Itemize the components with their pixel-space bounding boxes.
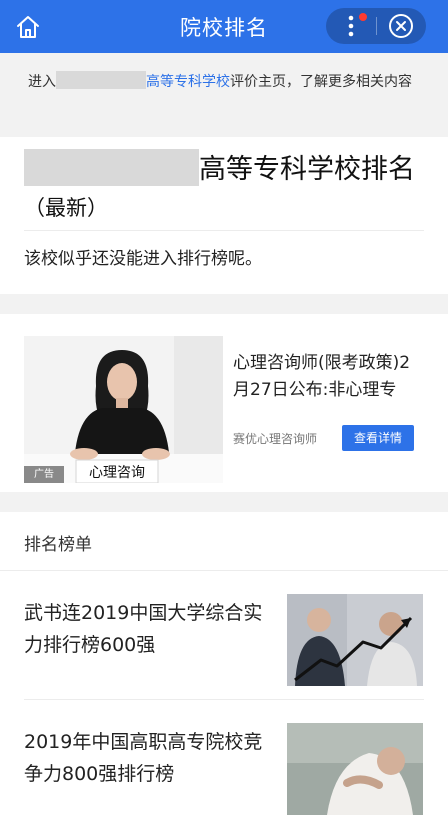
- ad-photo: 心理咨询: [24, 336, 223, 483]
- more-icon: [348, 15, 354, 37]
- ad-source: 赛优心理咨询师: [233, 432, 318, 446]
- school-home-link[interactable]: 高等专科学校: [146, 74, 230, 90]
- redacted-school-name: [56, 71, 146, 89]
- ad-image-caption: 心理咨询: [89, 465, 145, 481]
- top-bar: 院校排名: [0, 0, 448, 53]
- view-details-button[interactable]: 查看详情: [342, 425, 414, 451]
- list-item-thumbnail[interactable]: [287, 723, 423, 815]
- list-item-thumbnail[interactable]: [287, 594, 423, 686]
- ranking-title-text: 高等专科学校排名: [199, 154, 415, 185]
- list-item[interactable]: 2019年中国高职高专院校竞争力800强排行榜: [0, 700, 448, 828]
- ranking-list-header: 排名榜单: [24, 535, 92, 555]
- ranking-title-note: （最新）: [24, 196, 108, 220]
- list-item-title[interactable]: 武书连2019中国大学综合实力排行榜600强: [24, 597, 269, 661]
- intro-suffix: 评价主页，了解更多相关内容: [230, 74, 412, 90]
- ad-title[interactable]: 心理咨询师(限考政策)2月27日公布:非心理专业...: [233, 350, 423, 404]
- divider: [24, 230, 424, 231]
- intro-text: 进入 高等专科学校评价主页，了解更多相关内容: [0, 53, 448, 129]
- ranking-title: 高等专科学校排名 （最新）: [24, 149, 424, 227]
- list-item[interactable]: 武书连2019中国大学综合实力排行榜600强: [0, 571, 448, 699]
- notification-badge: [359, 13, 367, 21]
- redacted-school-name: [24, 149, 199, 186]
- ad-label: 广告: [24, 466, 64, 483]
- capsule-divider: [376, 17, 377, 35]
- list-item-title[interactable]: 2019年中国高职高专院校竞争力800强排行榜: [24, 726, 269, 790]
- close-icon: [389, 14, 413, 38]
- ad-tag-text: 广告: [34, 469, 54, 480]
- business-chart-photo: [287, 594, 423, 686]
- ad-image[interactable]: 心理咨询 广告: [24, 336, 223, 483]
- mini-program-capsule: [326, 8, 426, 44]
- close-button[interactable]: [386, 11, 416, 41]
- ranking-list-section: 排名榜单 武书连2019中国大学综合实力排行榜600强 2019年中国高职高专院…: [0, 512, 448, 835]
- running-photo: [287, 723, 423, 815]
- ranking-card: 高等专科学校排名 （最新） 该校似乎还没能进入排行榜呢。: [0, 137, 448, 294]
- intro-prefix: 进入: [28, 74, 56, 90]
- ad-card[interactable]: 心理咨询 广告 心理咨询师(限考政策)2月27日公布:非心理专业... 赛优心理…: [0, 314, 448, 492]
- ranking-message: 该校似乎还没能进入排行榜呢。: [24, 249, 262, 269]
